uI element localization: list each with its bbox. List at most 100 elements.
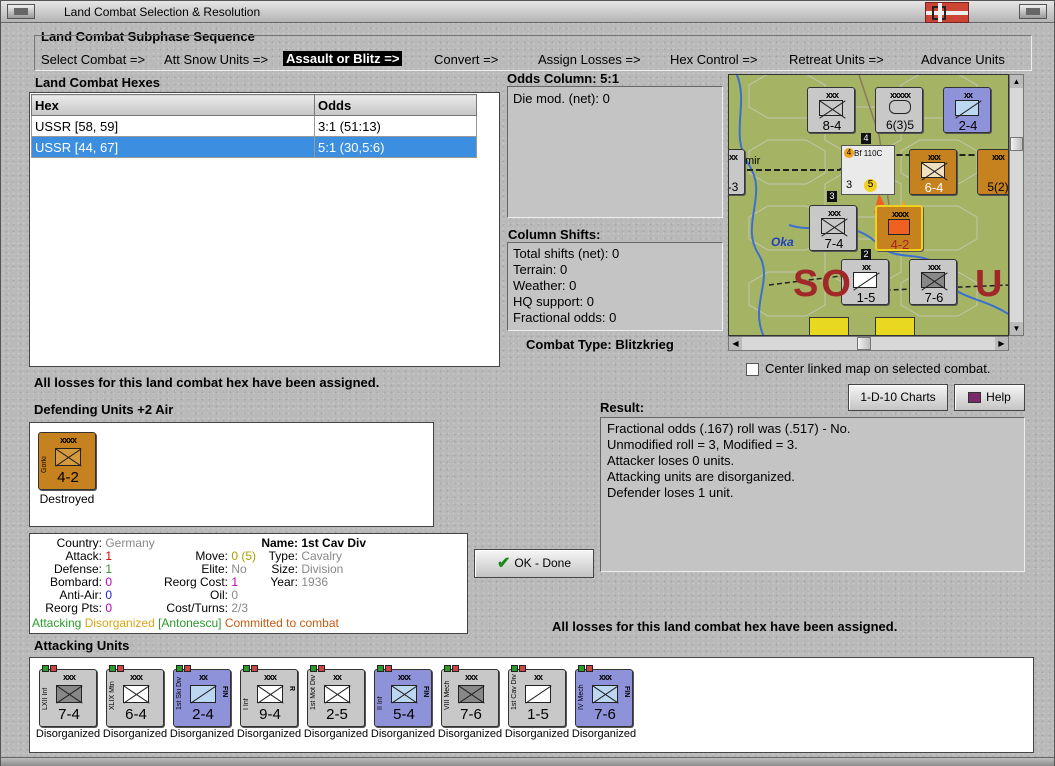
stack-count: 2 bbox=[861, 249, 871, 260]
unit-size: xxx bbox=[598, 672, 612, 682]
attacking-unit-counter[interactable]: xx 1st Ski Div FIN 2-4 bbox=[173, 665, 231, 727]
hexes-list: Hex Odds USSR [58, 59] 3:1 (51:13) USSR … bbox=[29, 92, 500, 367]
attacking-unit-counter[interactable]: xxx LXII Inf 7-4 bbox=[39, 665, 97, 727]
scroll-up-icon[interactable]: ▲ bbox=[1010, 75, 1023, 88]
hq-support-text: HQ support: 0 bbox=[513, 294, 594, 309]
status-committed: Committed to combat bbox=[224, 616, 339, 630]
unit-size: xxx bbox=[62, 672, 76, 682]
step-assign-losses: Assign Losses => bbox=[538, 52, 641, 67]
scroll-thumb[interactable] bbox=[1010, 137, 1023, 151]
result-panel: Fractional odds (.167) roll was (.517) -… bbox=[600, 417, 1025, 572]
unit-type-icon bbox=[190, 685, 216, 703]
unit-strength: 2-5 bbox=[326, 706, 348, 723]
map-counter-partial[interactable] bbox=[809, 317, 849, 335]
map-counter[interactable]: xxxxx 6(3)5 bbox=[875, 87, 923, 133]
attacking-unit-counter[interactable]: xx 1st Cav Div 1-5 bbox=[508, 665, 566, 727]
scroll-right-icon[interactable]: ▶ bbox=[995, 337, 1008, 350]
weather-shift-text: Weather: 0 bbox=[513, 278, 577, 293]
antiair-value: 0 bbox=[105, 588, 113, 602]
scroll-down-icon[interactable]: ▼ bbox=[1010, 322, 1023, 335]
minimize-button[interactable] bbox=[1019, 4, 1047, 19]
result-line: Defender loses 1 unit. bbox=[607, 485, 734, 500]
unit-type-icon bbox=[123, 685, 149, 703]
hex-cell[interactable]: USSR [44, 67] bbox=[31, 136, 315, 158]
unit-nationality: FIN bbox=[221, 686, 228, 698]
size-value: Division bbox=[301, 562, 344, 576]
attacking-unit-counter[interactable]: xxx VIII Mech 7-6 bbox=[441, 665, 499, 727]
attacking-unit-counter[interactable]: xxx IV Mech FIN 7-6 bbox=[575, 665, 633, 727]
year-value: 1936 bbox=[301, 575, 329, 589]
hex-column-header[interactable]: Hex bbox=[31, 94, 315, 116]
result-line: Attacking units are disorganized. bbox=[607, 469, 795, 484]
germany-flag-icon bbox=[925, 2, 969, 23]
table-row-selected[interactable]: USSR [44, 67] 5:1 (30,5:6) bbox=[31, 136, 477, 158]
attacking-units-panel: xxx LXII Inf 7-4 Disorganized xxx XLIX Mtn 6-4… bbox=[29, 657, 1034, 753]
unit-strength: 1-5 bbox=[527, 706, 549, 723]
scroll-thumb[interactable] bbox=[857, 337, 871, 350]
unit-size: xxx bbox=[397, 672, 411, 682]
map-counter[interactable]: xxx 8-4 bbox=[807, 87, 855, 133]
hexes-heading: Land Combat Hexes bbox=[35, 75, 160, 90]
map-counter[interactable]: xx -3 bbox=[729, 149, 745, 195]
map-counter[interactable]: xxx 6-4 bbox=[909, 149, 957, 195]
linked-map[interactable]: xxx 8-4 xxxxx 6(3)5 xx 2-4 xxx 6-4 xxx 5… bbox=[728, 74, 1009, 336]
bombard-value: 0 bbox=[105, 575, 113, 589]
defending-unit-counter[interactable]: xxxx Gorki 4-2 bbox=[38, 432, 96, 490]
map-counter-selected[interactable]: xxxx 4-2 bbox=[875, 205, 923, 252]
supply-pip-icon bbox=[42, 665, 49, 672]
supply-pip-icon bbox=[243, 665, 250, 672]
charts-button[interactable]: 1-D-10 Charts bbox=[848, 384, 948, 411]
attacking-unit-counter[interactable]: xxx I Inf R 9-4 bbox=[240, 665, 298, 727]
ok-done-label: OK - Done bbox=[514, 556, 572, 570]
combat-window: Land Combat Selection & Resolution Land … bbox=[0, 0, 1055, 766]
attacking-unit-counter[interactable]: xx 1st Mot Div 2-5 bbox=[307, 665, 365, 727]
hex-cell[interactable]: USSR [58, 59] bbox=[31, 115, 315, 137]
aircraft-counter[interactable]: Bf 110C 3 5 4 bbox=[841, 145, 895, 195]
result-line: Unmodified roll = 3, Modified = 3. bbox=[607, 437, 798, 452]
status-disorganized: Disorganized bbox=[84, 616, 155, 630]
terrain-shift-text: Terrain: 0 bbox=[513, 262, 568, 277]
ok-done-button[interactable]: ✔ OK - Done bbox=[474, 549, 594, 578]
unit-strength: 9-4 bbox=[259, 706, 281, 723]
center-map-checkbox[interactable] bbox=[746, 363, 759, 376]
map-counter[interactable]: xxx 7-4 bbox=[809, 205, 857, 251]
attacking-unit-counter[interactable]: xxx II Inf FIN 5-4 bbox=[374, 665, 432, 727]
map-counter[interactable]: xxx 7-6 bbox=[909, 259, 957, 305]
type-value: Cavalry bbox=[301, 549, 343, 563]
status-pip-icon bbox=[586, 665, 593, 672]
odds-cell[interactable]: 3:1 (51:13) bbox=[314, 115, 477, 137]
odds-cell[interactable]: 5:1 (30,5:6) bbox=[314, 136, 477, 158]
map-vertical-scrollbar[interactable]: ▲ ▼ bbox=[1009, 74, 1024, 336]
odds-column-header[interactable]: Odds bbox=[314, 94, 477, 116]
supply-pip-icon bbox=[444, 665, 451, 672]
map-counter[interactable]: xxx 5(2) bbox=[977, 149, 1008, 195]
unit-nationality: R bbox=[288, 686, 295, 692]
status-pip-icon bbox=[318, 665, 325, 672]
stack-count: 3 bbox=[827, 191, 837, 202]
stack-count: 4 bbox=[861, 133, 871, 144]
status-pip-icon bbox=[251, 665, 258, 672]
checkmark-icon: ✔ bbox=[496, 555, 511, 572]
step-assault-or-blitz: Assault or Blitz => bbox=[283, 51, 403, 66]
help-button[interactable]: Help bbox=[954, 384, 1025, 411]
system-menu-button[interactable] bbox=[7, 4, 35, 19]
shifts-heading: Column Shifts: bbox=[508, 227, 601, 242]
map-counter-partial[interactable] bbox=[875, 317, 915, 335]
supply-pip-icon bbox=[511, 665, 518, 672]
status-pip-icon bbox=[452, 665, 459, 672]
attacking-unit-status: Disorganized bbox=[571, 728, 637, 740]
status-bar bbox=[1, 757, 1054, 766]
combat-type: Combat Type: Blitzkrieg bbox=[526, 337, 674, 352]
attacking-unit-status: Disorganized bbox=[169, 728, 235, 740]
table-row[interactable]: USSR [58, 59] 3:1 (51:13) bbox=[31, 115, 477, 137]
status-pip-icon bbox=[385, 665, 392, 672]
scroll-left-icon[interactable]: ◀ bbox=[729, 337, 742, 350]
unit-strength: 2-4 bbox=[192, 706, 214, 723]
map-horizontal-scrollbar[interactable]: ◀ ▶ bbox=[728, 336, 1009, 351]
step-retreat-units: Retreat Units => bbox=[789, 52, 884, 67]
elite-value: No bbox=[231, 562, 247, 576]
attacking-unit-counter[interactable]: xxx XLIX Mtn 6-4 bbox=[106, 665, 164, 727]
map-counter[interactable]: xx 2-4 bbox=[943, 87, 991, 133]
unit-nationality: FIN bbox=[623, 686, 630, 698]
unit-strength: 7-6 bbox=[594, 706, 616, 723]
